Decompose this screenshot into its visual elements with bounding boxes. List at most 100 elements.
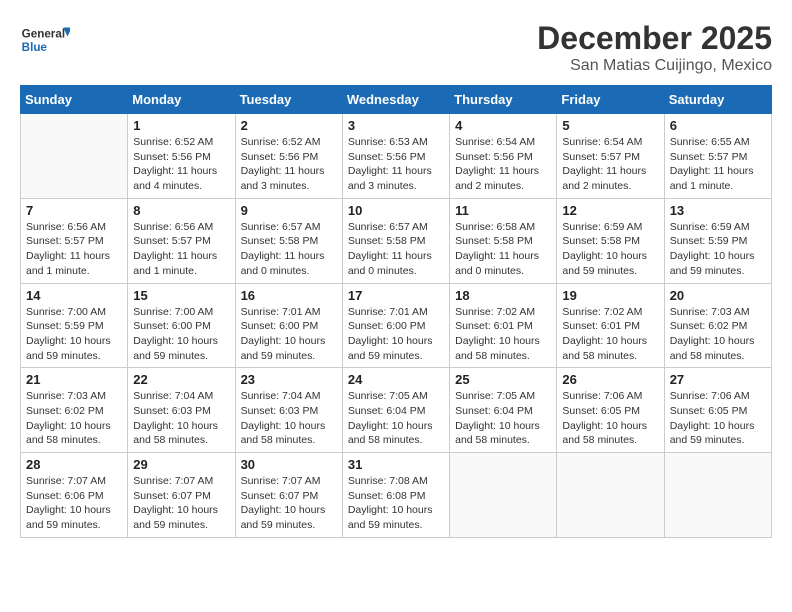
day-info: Sunrise: 7:06 AMSunset: 6:05 PMDaylight:…	[670, 389, 766, 448]
calendar-cell: 15 Sunrise: 7:00 AMSunset: 6:00 PMDayligh…	[128, 283, 235, 368]
day-info: Sunrise: 7:04 AMSunset: 6:03 PMDaylight:…	[133, 389, 229, 448]
day-number: 29	[133, 457, 229, 472]
logo-svg: General Blue	[20, 20, 70, 60]
day-info: Sunrise: 7:05 AMSunset: 6:04 PMDaylight:…	[348, 389, 444, 448]
calendar-cell: 11 Sunrise: 6:58 AMSunset: 5:58 PMDayligh…	[450, 198, 557, 283]
day-number: 15	[133, 288, 229, 303]
calendar-cell	[664, 453, 771, 538]
calendar-cell: 5Sunrise: 6:54 AMSunset: 5:57 PMDaylight…	[557, 114, 664, 199]
calendar-week-1: 1 Sunrise: 6:52 AMSunset: 5:56 PMDaylight…	[21, 114, 772, 199]
day-info: Sunrise: 7:07 AMSunset: 6:06 PMDaylight:…	[26, 474, 122, 533]
day-header-thursday: Thursday	[450, 86, 557, 114]
calendar-cell: 20 Sunrise: 7:03 AMSunset: 6:02 PMDayligh…	[664, 283, 771, 368]
day-number: 25	[455, 372, 551, 387]
day-number: 8	[133, 203, 229, 218]
calendar-cell: 27Sunrise: 7:06 AMSunset: 6:05 PMDayligh…	[664, 368, 771, 453]
day-number: 30	[241, 457, 337, 472]
calendar-cell: 28 Sunrise: 7:07 AMSunset: 6:06 PMDayligh…	[21, 453, 128, 538]
svg-text:General: General	[22, 28, 65, 41]
day-info: Sunrise: 7:04 AMSunset: 6:03 PMDaylight:…	[241, 389, 337, 448]
calendar-cell: 12 Sunrise: 6:59 AMSunset: 5:58 PMDayligh…	[557, 198, 664, 283]
day-number: 31	[348, 457, 444, 472]
day-number: 20	[670, 288, 766, 303]
calendar-cell: 9 Sunrise: 6:57 AMSunset: 5:58 PMDaylight…	[235, 198, 342, 283]
day-number: 16	[241, 288, 337, 303]
calendar-cell: 2 Sunrise: 6:52 AMSunset: 5:56 PMDaylight…	[235, 114, 342, 199]
day-number: 26	[562, 372, 658, 387]
day-header-monday: Monday	[128, 86, 235, 114]
calendar-cell: 17Sunrise: 7:01 AMSunset: 6:00 PMDayligh…	[342, 283, 449, 368]
day-info: Sunrise: 7:05 AMSunset: 6:04 PMDaylight:…	[455, 389, 551, 448]
day-info: Sunrise: 7:01 AMSunset: 6:00 PMDaylight:…	[348, 305, 444, 364]
calendar-cell: 16 Sunrise: 7:01 AMSunset: 6:00 PMDayligh…	[235, 283, 342, 368]
day-number: 14	[26, 288, 122, 303]
day-number: 22	[133, 372, 229, 387]
calendar-header-row: SundayMondayTuesdayWednesdayThursdayFrid…	[21, 86, 772, 114]
calendar-cell	[557, 453, 664, 538]
day-info: Sunrise: 7:00 AMSunset: 5:59 PMDaylight:…	[26, 305, 122, 364]
calendar-cell: 29 Sunrise: 7:07 AMSunset: 6:07 PMDayligh…	[128, 453, 235, 538]
day-number: 21	[26, 372, 122, 387]
day-number: 1	[133, 118, 229, 133]
day-number: 11	[455, 203, 551, 218]
calendar-week-4: 21 Sunrise: 7:03 AMSunset: 6:02 PMDayligh…	[21, 368, 772, 453]
day-info: Sunrise: 6:52 AMSunset: 5:56 PMDaylight:…	[133, 135, 229, 194]
day-number: 2	[241, 118, 337, 133]
day-info: Sunrise: 7:01 AMSunset: 6:00 PMDaylight:…	[241, 305, 337, 364]
day-number: 10	[348, 203, 444, 218]
day-number: 24	[348, 372, 444, 387]
calendar-cell: 31 Sunrise: 7:08 AMSunset: 6:08 PMDayligh…	[342, 453, 449, 538]
day-info: Sunrise: 7:07 AMSunset: 6:07 PMDaylight:…	[133, 474, 229, 533]
day-info: Sunrise: 6:59 AMSunset: 5:58 PMDaylight:…	[562, 220, 658, 279]
day-info: Sunrise: 6:53 AMSunset: 5:56 PMDaylight:…	[348, 135, 444, 194]
day-number: 13	[670, 203, 766, 218]
day-info: Sunrise: 6:57 AMSunset: 5:58 PMDaylight:…	[348, 220, 444, 279]
main-title: December 2025	[537, 20, 772, 57]
calendar-cell: 23Sunrise: 7:04 AMSunset: 6:03 PMDayligh…	[235, 368, 342, 453]
calendar-cell: 14 Sunrise: 7:00 AMSunset: 5:59 PMDayligh…	[21, 283, 128, 368]
calendar-week-3: 14 Sunrise: 7:00 AMSunset: 5:59 PMDayligh…	[21, 283, 772, 368]
day-info: Sunrise: 7:06 AMSunset: 6:05 PMDaylight:…	[562, 389, 658, 448]
day-number: 19	[562, 288, 658, 303]
calendar-cell: 24 Sunrise: 7:05 AMSunset: 6:04 PMDayligh…	[342, 368, 449, 453]
day-number: 4	[455, 118, 551, 133]
calendar-cell: 19 Sunrise: 7:02 AMSunset: 6:01 PMDayligh…	[557, 283, 664, 368]
day-info: Sunrise: 7:02 AMSunset: 6:01 PMDaylight:…	[455, 305, 551, 364]
day-number: 28	[26, 457, 122, 472]
day-number: 5	[562, 118, 658, 133]
day-info: Sunrise: 7:02 AMSunset: 6:01 PMDaylight:…	[562, 305, 658, 364]
svg-text:Blue: Blue	[22, 41, 48, 54]
day-number: 6	[670, 118, 766, 133]
calendar-cell: 25 Sunrise: 7:05 AMSunset: 6:04 PMDayligh…	[450, 368, 557, 453]
day-info: Sunrise: 6:58 AMSunset: 5:58 PMDaylight:…	[455, 220, 551, 279]
calendar-cell: 21 Sunrise: 7:03 AMSunset: 6:02 PMDayligh…	[21, 368, 128, 453]
day-info: Sunrise: 7:07 AMSunset: 6:07 PMDaylight:…	[241, 474, 337, 533]
calendar-cell: 26 Sunrise: 7:06 AMSunset: 6:05 PMDayligh…	[557, 368, 664, 453]
calendar-cell: 6 Sunrise: 6:55 AMSunset: 5:57 PMDaylight…	[664, 114, 771, 199]
day-info: Sunrise: 7:08 AMSunset: 6:08 PMDaylight:…	[348, 474, 444, 533]
calendar-cell: 7Sunrise: 6:56 AMSunset: 5:57 PMDaylight…	[21, 198, 128, 283]
calendar-cell: 3Sunrise: 6:53 AMSunset: 5:56 PMDaylight…	[342, 114, 449, 199]
calendar: SundayMondayTuesdayWednesdayThursdayFrid…	[20, 85, 772, 538]
day-number: 9	[241, 203, 337, 218]
day-info: Sunrise: 6:55 AMSunset: 5:57 PMDaylight:…	[670, 135, 766, 194]
calendar-week-5: 28 Sunrise: 7:07 AMSunset: 6:06 PMDayligh…	[21, 453, 772, 538]
subtitle: San Matias Cuijingo, Mexico	[537, 57, 772, 75]
day-info: Sunrise: 6:57 AMSunset: 5:58 PMDaylight:…	[241, 220, 337, 279]
day-number: 12	[562, 203, 658, 218]
day-header-friday: Friday	[557, 86, 664, 114]
day-header-tuesday: Tuesday	[235, 86, 342, 114]
calendar-cell: 1 Sunrise: 6:52 AMSunset: 5:56 PMDaylight…	[128, 114, 235, 199]
calendar-cell: 22 Sunrise: 7:04 AMSunset: 6:03 PMDayligh…	[128, 368, 235, 453]
calendar-week-2: 7Sunrise: 6:56 AMSunset: 5:57 PMDaylight…	[21, 198, 772, 283]
day-info: Sunrise: 7:00 AMSunset: 6:00 PMDaylight:…	[133, 305, 229, 364]
day-header-saturday: Saturday	[664, 86, 771, 114]
calendar-cell: 10 Sunrise: 6:57 AMSunset: 5:58 PMDayligh…	[342, 198, 449, 283]
calendar-cell: 8Sunrise: 6:56 AMSunset: 5:57 PMDaylight…	[128, 198, 235, 283]
calendar-cell	[450, 453, 557, 538]
day-info: Sunrise: 6:52 AMSunset: 5:56 PMDaylight:…	[241, 135, 337, 194]
day-info: Sunrise: 7:03 AMSunset: 6:02 PMDaylight:…	[26, 389, 122, 448]
day-number: 18	[455, 288, 551, 303]
day-info: Sunrise: 6:59 AMSunset: 5:59 PMDaylight:…	[670, 220, 766, 279]
day-info: Sunrise: 7:03 AMSunset: 6:02 PMDaylight:…	[670, 305, 766, 364]
